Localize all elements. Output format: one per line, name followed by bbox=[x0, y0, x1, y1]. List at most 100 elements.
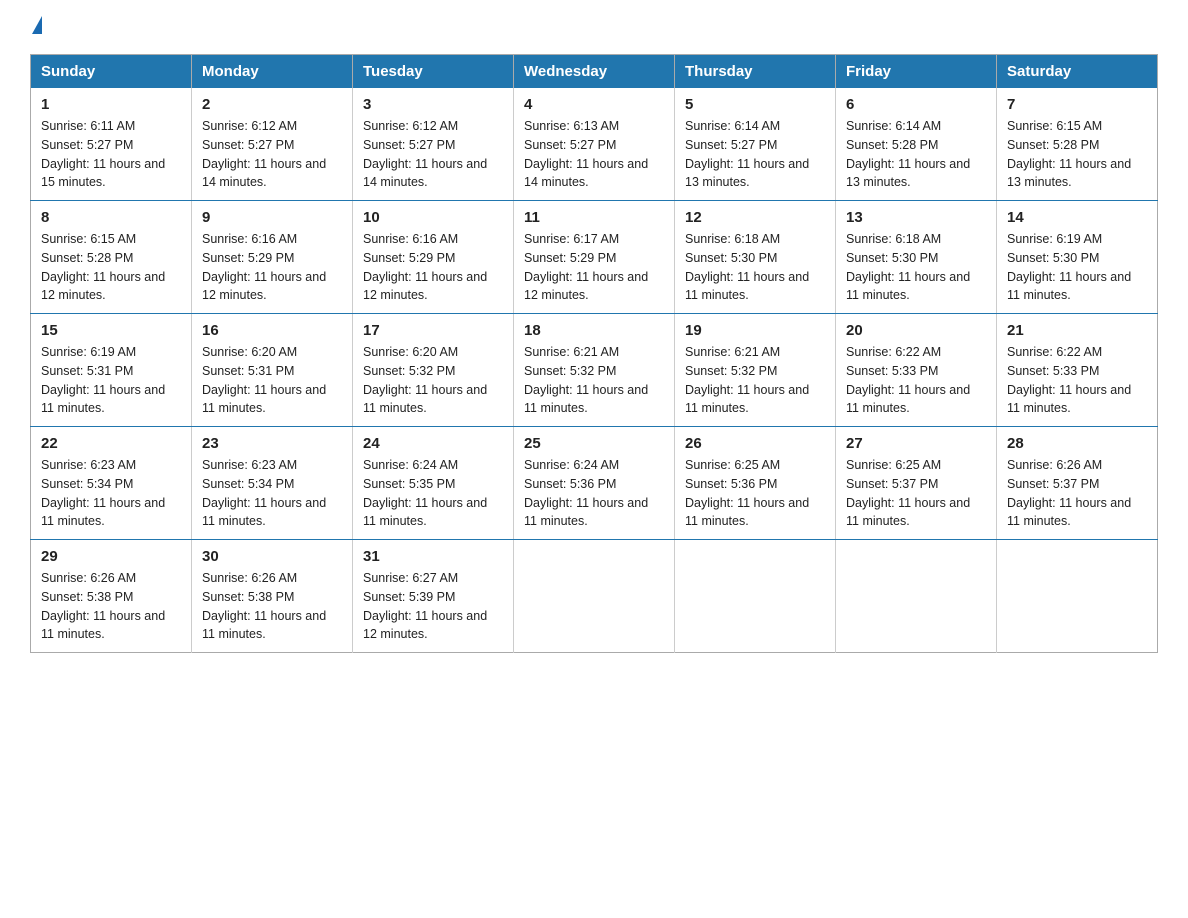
day-info: Sunrise: 6:12 AMSunset: 5:27 PMDaylight:… bbox=[202, 119, 326, 189]
day-number: 31 bbox=[363, 548, 503, 565]
day-number: 23 bbox=[202, 435, 342, 452]
calendar-cell: 4 Sunrise: 6:13 AMSunset: 5:27 PMDayligh… bbox=[514, 88, 675, 201]
calendar-cell: 10 Sunrise: 6:16 AMSunset: 5:29 PMDaylig… bbox=[353, 201, 514, 314]
day-number: 2 bbox=[202, 96, 342, 113]
day-info: Sunrise: 6:19 AMSunset: 5:31 PMDaylight:… bbox=[41, 345, 165, 415]
day-number: 11 bbox=[524, 209, 664, 226]
calendar-cell: 2 Sunrise: 6:12 AMSunset: 5:27 PMDayligh… bbox=[192, 88, 353, 201]
calendar-cell: 30 Sunrise: 6:26 AMSunset: 5:38 PMDaylig… bbox=[192, 540, 353, 653]
calendar-cell: 29 Sunrise: 6:26 AMSunset: 5:38 PMDaylig… bbox=[31, 540, 192, 653]
day-number: 30 bbox=[202, 548, 342, 565]
day-info: Sunrise: 6:26 AMSunset: 5:38 PMDaylight:… bbox=[41, 571, 165, 641]
day-info: Sunrise: 6:18 AMSunset: 5:30 PMDaylight:… bbox=[846, 232, 970, 302]
day-info: Sunrise: 6:26 AMSunset: 5:37 PMDaylight:… bbox=[1007, 458, 1131, 528]
calendar-week-row-3: 15 Sunrise: 6:19 AMSunset: 5:31 PMDaylig… bbox=[31, 314, 1158, 427]
day-number: 17 bbox=[363, 322, 503, 339]
calendar-cell: 26 Sunrise: 6:25 AMSunset: 5:36 PMDaylig… bbox=[675, 427, 836, 540]
calendar-cell: 19 Sunrise: 6:21 AMSunset: 5:32 PMDaylig… bbox=[675, 314, 836, 427]
day-info: Sunrise: 6:21 AMSunset: 5:32 PMDaylight:… bbox=[685, 345, 809, 415]
calendar-week-row-5: 29 Sunrise: 6:26 AMSunset: 5:38 PMDaylig… bbox=[31, 540, 1158, 653]
calendar-cell: 3 Sunrise: 6:12 AMSunset: 5:27 PMDayligh… bbox=[353, 88, 514, 201]
calendar-cell: 18 Sunrise: 6:21 AMSunset: 5:32 PMDaylig… bbox=[514, 314, 675, 427]
day-number: 16 bbox=[202, 322, 342, 339]
day-number: 19 bbox=[685, 322, 825, 339]
day-info: Sunrise: 6:20 AMSunset: 5:31 PMDaylight:… bbox=[202, 345, 326, 415]
logo bbox=[30, 20, 42, 34]
day-info: Sunrise: 6:25 AMSunset: 5:36 PMDaylight:… bbox=[685, 458, 809, 528]
calendar-header-sunday: Sunday bbox=[31, 55, 192, 89]
day-number: 28 bbox=[1007, 435, 1147, 452]
calendar-header-wednesday: Wednesday bbox=[514, 55, 675, 89]
calendar-cell: 23 Sunrise: 6:23 AMSunset: 5:34 PMDaylig… bbox=[192, 427, 353, 540]
day-number: 21 bbox=[1007, 322, 1147, 339]
calendar-cell bbox=[514, 540, 675, 653]
day-number: 25 bbox=[524, 435, 664, 452]
day-number: 3 bbox=[363, 96, 503, 113]
day-info: Sunrise: 6:22 AMSunset: 5:33 PMDaylight:… bbox=[1007, 345, 1131, 415]
calendar-cell: 5 Sunrise: 6:14 AMSunset: 5:27 PMDayligh… bbox=[675, 88, 836, 201]
calendar-header-saturday: Saturday bbox=[997, 55, 1158, 89]
day-info: Sunrise: 6:18 AMSunset: 5:30 PMDaylight:… bbox=[685, 232, 809, 302]
calendar-cell: 24 Sunrise: 6:24 AMSunset: 5:35 PMDaylig… bbox=[353, 427, 514, 540]
calendar-cell: 13 Sunrise: 6:18 AMSunset: 5:30 PMDaylig… bbox=[836, 201, 997, 314]
calendar-cell: 20 Sunrise: 6:22 AMSunset: 5:33 PMDaylig… bbox=[836, 314, 997, 427]
day-number: 5 bbox=[685, 96, 825, 113]
day-number: 13 bbox=[846, 209, 986, 226]
day-number: 22 bbox=[41, 435, 181, 452]
calendar-week-row-1: 1 Sunrise: 6:11 AMSunset: 5:27 PMDayligh… bbox=[31, 88, 1158, 201]
day-number: 7 bbox=[1007, 96, 1147, 113]
day-number: 6 bbox=[846, 96, 986, 113]
calendar-header-tuesday: Tuesday bbox=[353, 55, 514, 89]
calendar-cell: 22 Sunrise: 6:23 AMSunset: 5:34 PMDaylig… bbox=[31, 427, 192, 540]
calendar-week-row-2: 8 Sunrise: 6:15 AMSunset: 5:28 PMDayligh… bbox=[31, 201, 1158, 314]
day-info: Sunrise: 6:26 AMSunset: 5:38 PMDaylight:… bbox=[202, 571, 326, 641]
calendar-cell: 12 Sunrise: 6:18 AMSunset: 5:30 PMDaylig… bbox=[675, 201, 836, 314]
day-number: 29 bbox=[41, 548, 181, 565]
day-info: Sunrise: 6:24 AMSunset: 5:36 PMDaylight:… bbox=[524, 458, 648, 528]
calendar-cell: 27 Sunrise: 6:25 AMSunset: 5:37 PMDaylig… bbox=[836, 427, 997, 540]
calendar-cell bbox=[836, 540, 997, 653]
calendar-table: SundayMondayTuesdayWednesdayThursdayFrid… bbox=[30, 54, 1158, 653]
calendar-cell bbox=[997, 540, 1158, 653]
calendar-cell bbox=[675, 540, 836, 653]
day-info: Sunrise: 6:14 AMSunset: 5:27 PMDaylight:… bbox=[685, 119, 809, 189]
day-number: 26 bbox=[685, 435, 825, 452]
calendar-cell: 6 Sunrise: 6:14 AMSunset: 5:28 PMDayligh… bbox=[836, 88, 997, 201]
calendar-cell: 31 Sunrise: 6:27 AMSunset: 5:39 PMDaylig… bbox=[353, 540, 514, 653]
day-info: Sunrise: 6:16 AMSunset: 5:29 PMDaylight:… bbox=[202, 232, 326, 302]
day-info: Sunrise: 6:27 AMSunset: 5:39 PMDaylight:… bbox=[363, 571, 487, 641]
calendar-cell: 21 Sunrise: 6:22 AMSunset: 5:33 PMDaylig… bbox=[997, 314, 1158, 427]
calendar-cell: 7 Sunrise: 6:15 AMSunset: 5:28 PMDayligh… bbox=[997, 88, 1158, 201]
calendar-cell: 28 Sunrise: 6:26 AMSunset: 5:37 PMDaylig… bbox=[997, 427, 1158, 540]
day-number: 12 bbox=[685, 209, 825, 226]
day-info: Sunrise: 6:22 AMSunset: 5:33 PMDaylight:… bbox=[846, 345, 970, 415]
day-info: Sunrise: 6:21 AMSunset: 5:32 PMDaylight:… bbox=[524, 345, 648, 415]
calendar-cell: 1 Sunrise: 6:11 AMSunset: 5:27 PMDayligh… bbox=[31, 88, 192, 201]
day-info: Sunrise: 6:15 AMSunset: 5:28 PMDaylight:… bbox=[1007, 119, 1131, 189]
calendar-cell: 9 Sunrise: 6:16 AMSunset: 5:29 PMDayligh… bbox=[192, 201, 353, 314]
day-number: 20 bbox=[846, 322, 986, 339]
calendar-cell: 25 Sunrise: 6:24 AMSunset: 5:36 PMDaylig… bbox=[514, 427, 675, 540]
day-info: Sunrise: 6:23 AMSunset: 5:34 PMDaylight:… bbox=[41, 458, 165, 528]
day-number: 8 bbox=[41, 209, 181, 226]
calendar-cell: 14 Sunrise: 6:19 AMSunset: 5:30 PMDaylig… bbox=[997, 201, 1158, 314]
page-header bbox=[30, 20, 1158, 34]
day-info: Sunrise: 6:14 AMSunset: 5:28 PMDaylight:… bbox=[846, 119, 970, 189]
calendar-cell: 16 Sunrise: 6:20 AMSunset: 5:31 PMDaylig… bbox=[192, 314, 353, 427]
day-number: 4 bbox=[524, 96, 664, 113]
day-number: 27 bbox=[846, 435, 986, 452]
calendar-cell: 11 Sunrise: 6:17 AMSunset: 5:29 PMDaylig… bbox=[514, 201, 675, 314]
day-number: 24 bbox=[363, 435, 503, 452]
calendar-week-row-4: 22 Sunrise: 6:23 AMSunset: 5:34 PMDaylig… bbox=[31, 427, 1158, 540]
calendar-cell: 17 Sunrise: 6:20 AMSunset: 5:32 PMDaylig… bbox=[353, 314, 514, 427]
day-number: 1 bbox=[41, 96, 181, 113]
day-number: 18 bbox=[524, 322, 664, 339]
calendar-header-friday: Friday bbox=[836, 55, 997, 89]
day-info: Sunrise: 6:11 AMSunset: 5:27 PMDaylight:… bbox=[41, 119, 165, 189]
day-info: Sunrise: 6:15 AMSunset: 5:28 PMDaylight:… bbox=[41, 232, 165, 302]
day-info: Sunrise: 6:25 AMSunset: 5:37 PMDaylight:… bbox=[846, 458, 970, 528]
day-info: Sunrise: 6:23 AMSunset: 5:34 PMDaylight:… bbox=[202, 458, 326, 528]
day-info: Sunrise: 6:24 AMSunset: 5:35 PMDaylight:… bbox=[363, 458, 487, 528]
day-info: Sunrise: 6:19 AMSunset: 5:30 PMDaylight:… bbox=[1007, 232, 1131, 302]
calendar-header-thursday: Thursday bbox=[675, 55, 836, 89]
